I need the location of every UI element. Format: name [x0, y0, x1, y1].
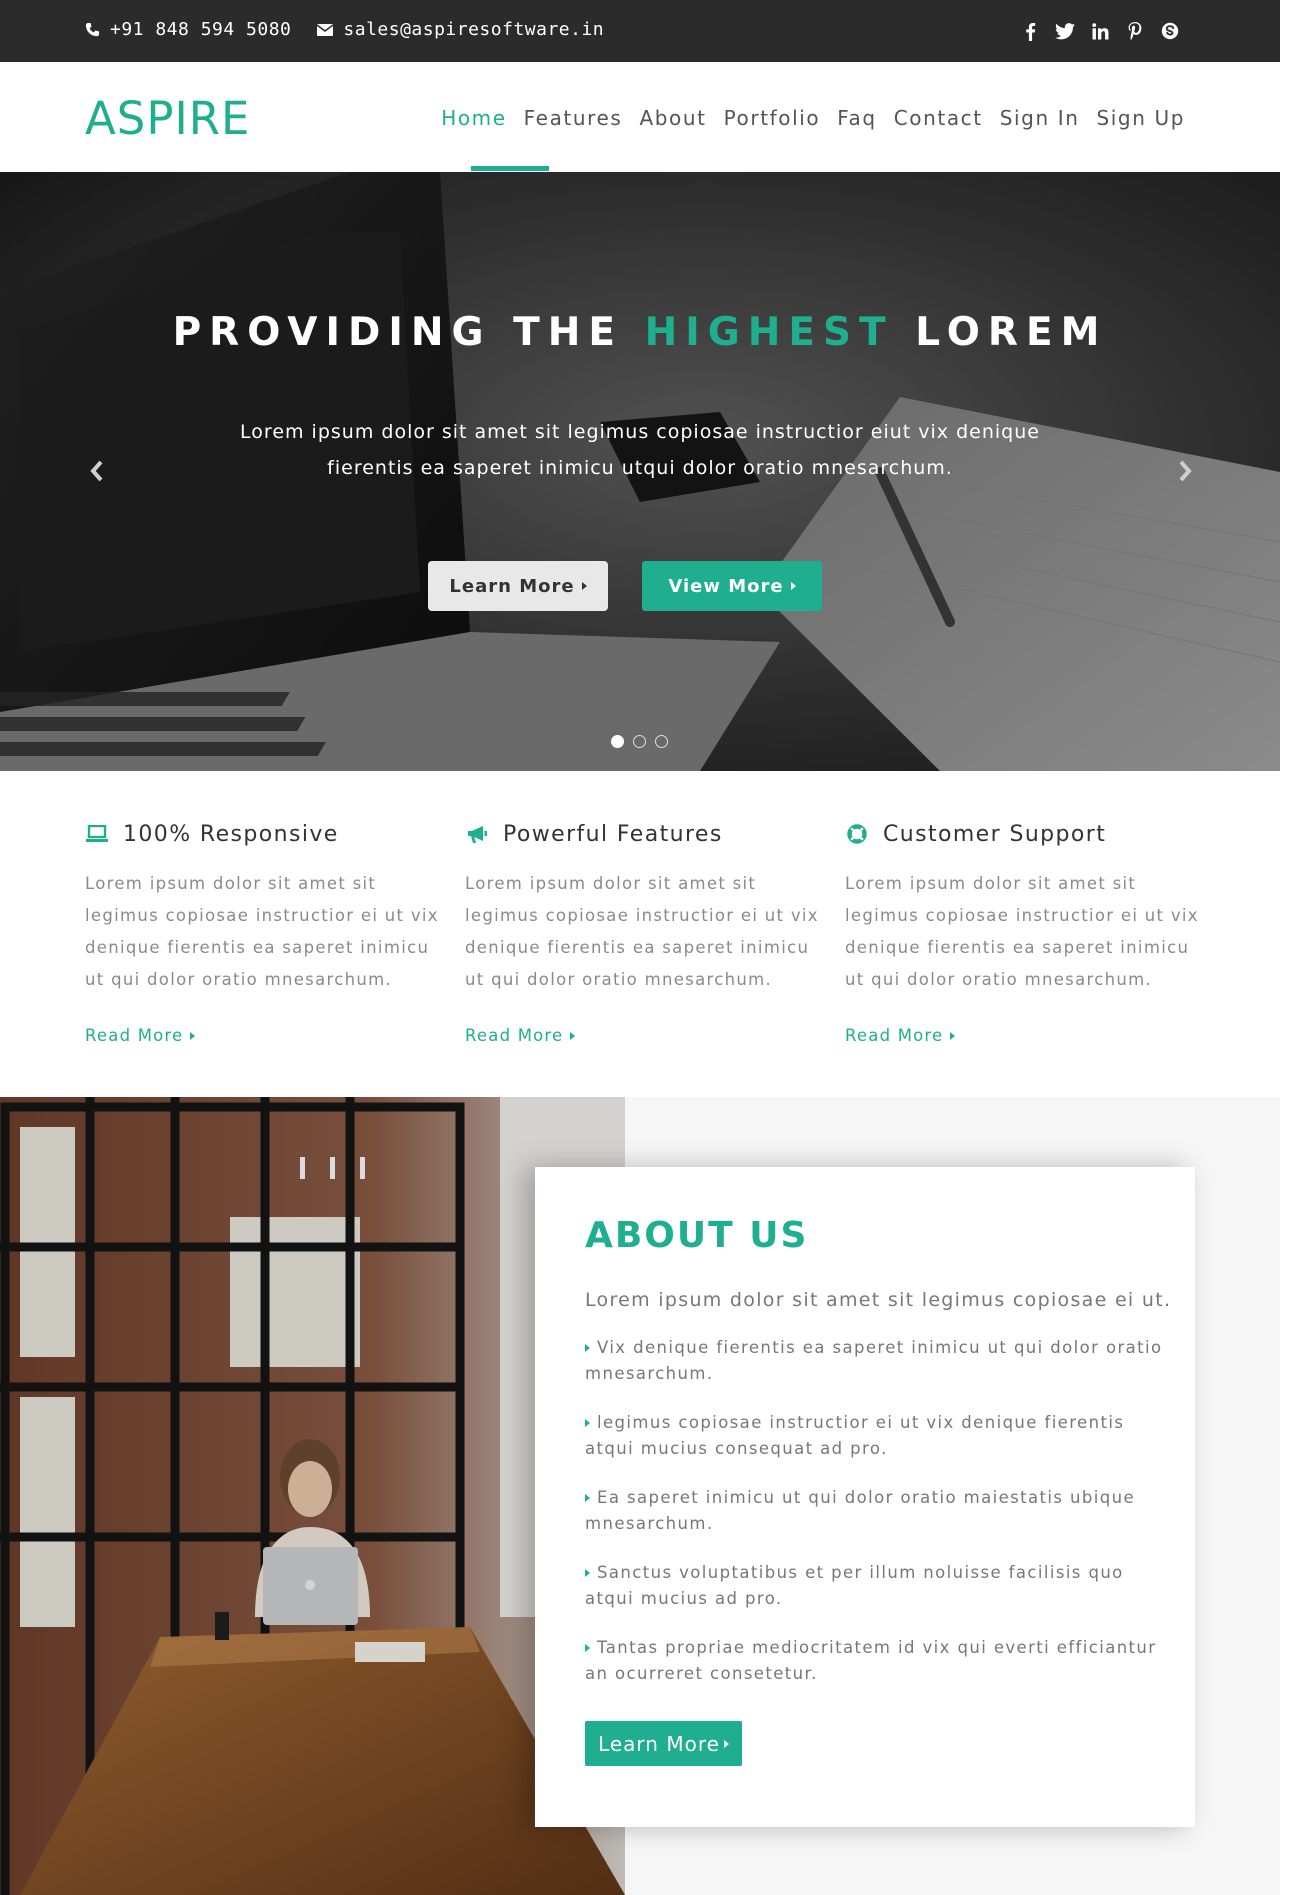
about-learn-more-label: Learn More [598, 1731, 720, 1756]
nav-features[interactable]: Features [524, 106, 623, 130]
nav-home[interactable]: Home [441, 106, 506, 130]
read-more-label: Read More [85, 1026, 184, 1045]
feature-support: Customer Support Lorem ipsum dolor sit a… [845, 818, 1200, 1046]
caret-right-icon [190, 1031, 196, 1040]
skype-icon[interactable] [1160, 20, 1180, 42]
nav-about[interactable]: About [639, 106, 706, 130]
laptop-icon [85, 822, 109, 846]
list-item: Tantas propriae mediocritatem id vix qui… [585, 1635, 1165, 1687]
hero-subtitle: Lorem ipsum dolor sit amet sit legimus c… [240, 421, 1040, 479]
chevron-left-icon[interactable] [87, 458, 107, 484]
about-lead: Lorem ipsum dolor sit amet sit legimus c… [585, 1289, 1172, 1311]
feature-description: Lorem ipsum dolor sit amet sit legimus c… [465, 874, 819, 989]
read-more-link[interactable]: Read More [85, 1026, 440, 1045]
caret-right-icon [585, 1344, 590, 1352]
feature-responsive: 100% Responsive Lorem ipsum dolor sit am… [85, 818, 440, 1046]
hero-view-more-button[interactable]: View More [642, 561, 822, 611]
feature-description: Lorem ipsum dolor sit amet sit legimus c… [85, 874, 439, 989]
read-more-label: Read More [845, 1026, 944, 1045]
main-navbar: ASPIRE Home Features About Portfolio Faq… [0, 62, 1280, 172]
caret-right-icon [950, 1031, 956, 1040]
feature-header: Powerful Features [465, 818, 820, 850]
chevron-right-icon[interactable] [1175, 458, 1195, 484]
lifebuoy-icon [845, 822, 869, 846]
email-contact[interactable]: sales@aspiresoftware.in [317, 19, 604, 40]
caret-right-icon [585, 1644, 590, 1652]
facebook-icon[interactable] [1020, 20, 1040, 42]
feature-title: Powerful Features [503, 821, 723, 847]
caret-right-icon [790, 582, 796, 590]
list-item-text: Tantas propriae mediocritatem id vix qui… [585, 1638, 1157, 1683]
read-more-link[interactable]: Read More [465, 1026, 820, 1045]
active-nav-indicator [471, 166, 549, 171]
read-more-label: Read More [465, 1026, 564, 1045]
slider-indicators [611, 735, 677, 748]
phone-number: +91 848 594 5080 [110, 19, 292, 40]
envelope-icon [317, 23, 334, 36]
megaphone-icon [465, 822, 489, 846]
nav-sign-in[interactable]: Sign In [1000, 106, 1080, 130]
slide-dot-3[interactable] [655, 735, 668, 748]
list-item: Ea saperet inimicu ut qui dolor oratio m… [585, 1485, 1165, 1537]
caret-right-icon [581, 582, 587, 590]
caret-right-icon [585, 1494, 590, 1502]
pinterest-icon[interactable] [1125, 20, 1145, 42]
site-logo[interactable]: ASPIRE [85, 92, 250, 145]
slide-dot-1[interactable] [611, 735, 624, 748]
caret-right-icon [723, 1739, 729, 1748]
about-learn-more-button[interactable]: Learn More [585, 1721, 742, 1766]
contact-info: +91 848 594 5080 sales@aspiresoftware.in [85, 19, 630, 40]
feature-header: Customer Support [845, 818, 1200, 850]
read-more-link[interactable]: Read More [845, 1026, 1200, 1045]
feature-header: 100% Responsive [85, 818, 440, 850]
twitter-icon[interactable] [1055, 20, 1075, 42]
nav-sign-up[interactable]: Sign Up [1096, 106, 1185, 130]
nav-faq[interactable]: Faq [837, 106, 876, 130]
feature-title: 100% Responsive [123, 821, 339, 847]
caret-right-icon [570, 1031, 576, 1040]
list-item-text: legimus copiosae instructior ei ut vix d… [585, 1413, 1125, 1458]
feature-title: Customer Support [883, 821, 1107, 847]
slide-dot-2[interactable] [633, 735, 646, 748]
list-item-text: Sanctus voluptatibus et per illum noluis… [585, 1563, 1124, 1608]
hero-title-post: LOREM [915, 310, 1108, 355]
nav-portfolio[interactable]: Portfolio [724, 106, 821, 130]
social-links [1005, 20, 1180, 42]
main-menu: Home Features About Portfolio Faq Contac… [424, 106, 1185, 130]
feature-description: Lorem ipsum dolor sit amet sit legimus c… [845, 874, 1199, 989]
list-item: legimus copiosae instructior ei ut vix d… [585, 1410, 1165, 1462]
phone-contact[interactable]: +91 848 594 5080 [85, 19, 291, 40]
caret-right-icon [585, 1419, 590, 1427]
office-photo [0, 1097, 625, 1895]
top-bar: +91 848 594 5080 sales@aspiresoftware.in [0, 0, 1280, 62]
feature-powerful: Powerful Features Lorem ipsum dolor sit … [465, 818, 820, 1046]
hero-learn-more-button[interactable]: Learn More [428, 561, 608, 611]
phone-icon [85, 22, 100, 37]
nav-contact[interactable]: Contact [894, 106, 983, 130]
hero-title-highlight: HIGHEST [644, 310, 894, 355]
caret-right-icon [585, 1569, 590, 1577]
hero-slider: PROVIDING THE HIGHEST LOREM Lorem ipsum … [0, 172, 1280, 771]
list-item: Vix denique fierentis ea saperet inimicu… [585, 1335, 1165, 1387]
about-title: ABOUT US [585, 1215, 809, 1256]
hero-view-more-label: View More [668, 575, 784, 597]
email-address: sales@aspiresoftware.in [343, 19, 605, 40]
list-item-text: Vix denique fierentis ea saperet inimicu… [585, 1338, 1163, 1383]
hero-title-pre: PROVIDING THE [172, 310, 623, 355]
hero-learn-more-label: Learn More [449, 575, 575, 597]
list-item-text: Ea saperet inimicu ut qui dolor oratio m… [585, 1488, 1136, 1533]
about-card: ABOUT US Lorem ipsum dolor sit amet sit … [535, 1167, 1195, 1827]
hero-title: PROVIDING THE HIGHEST LOREM [0, 310, 1280, 355]
list-item: Sanctus voluptatibus et per illum noluis… [585, 1560, 1165, 1612]
linkedin-icon[interactable] [1090, 20, 1110, 42]
about-points: Vix denique fierentis ea saperet inimicu… [585, 1335, 1165, 1710]
